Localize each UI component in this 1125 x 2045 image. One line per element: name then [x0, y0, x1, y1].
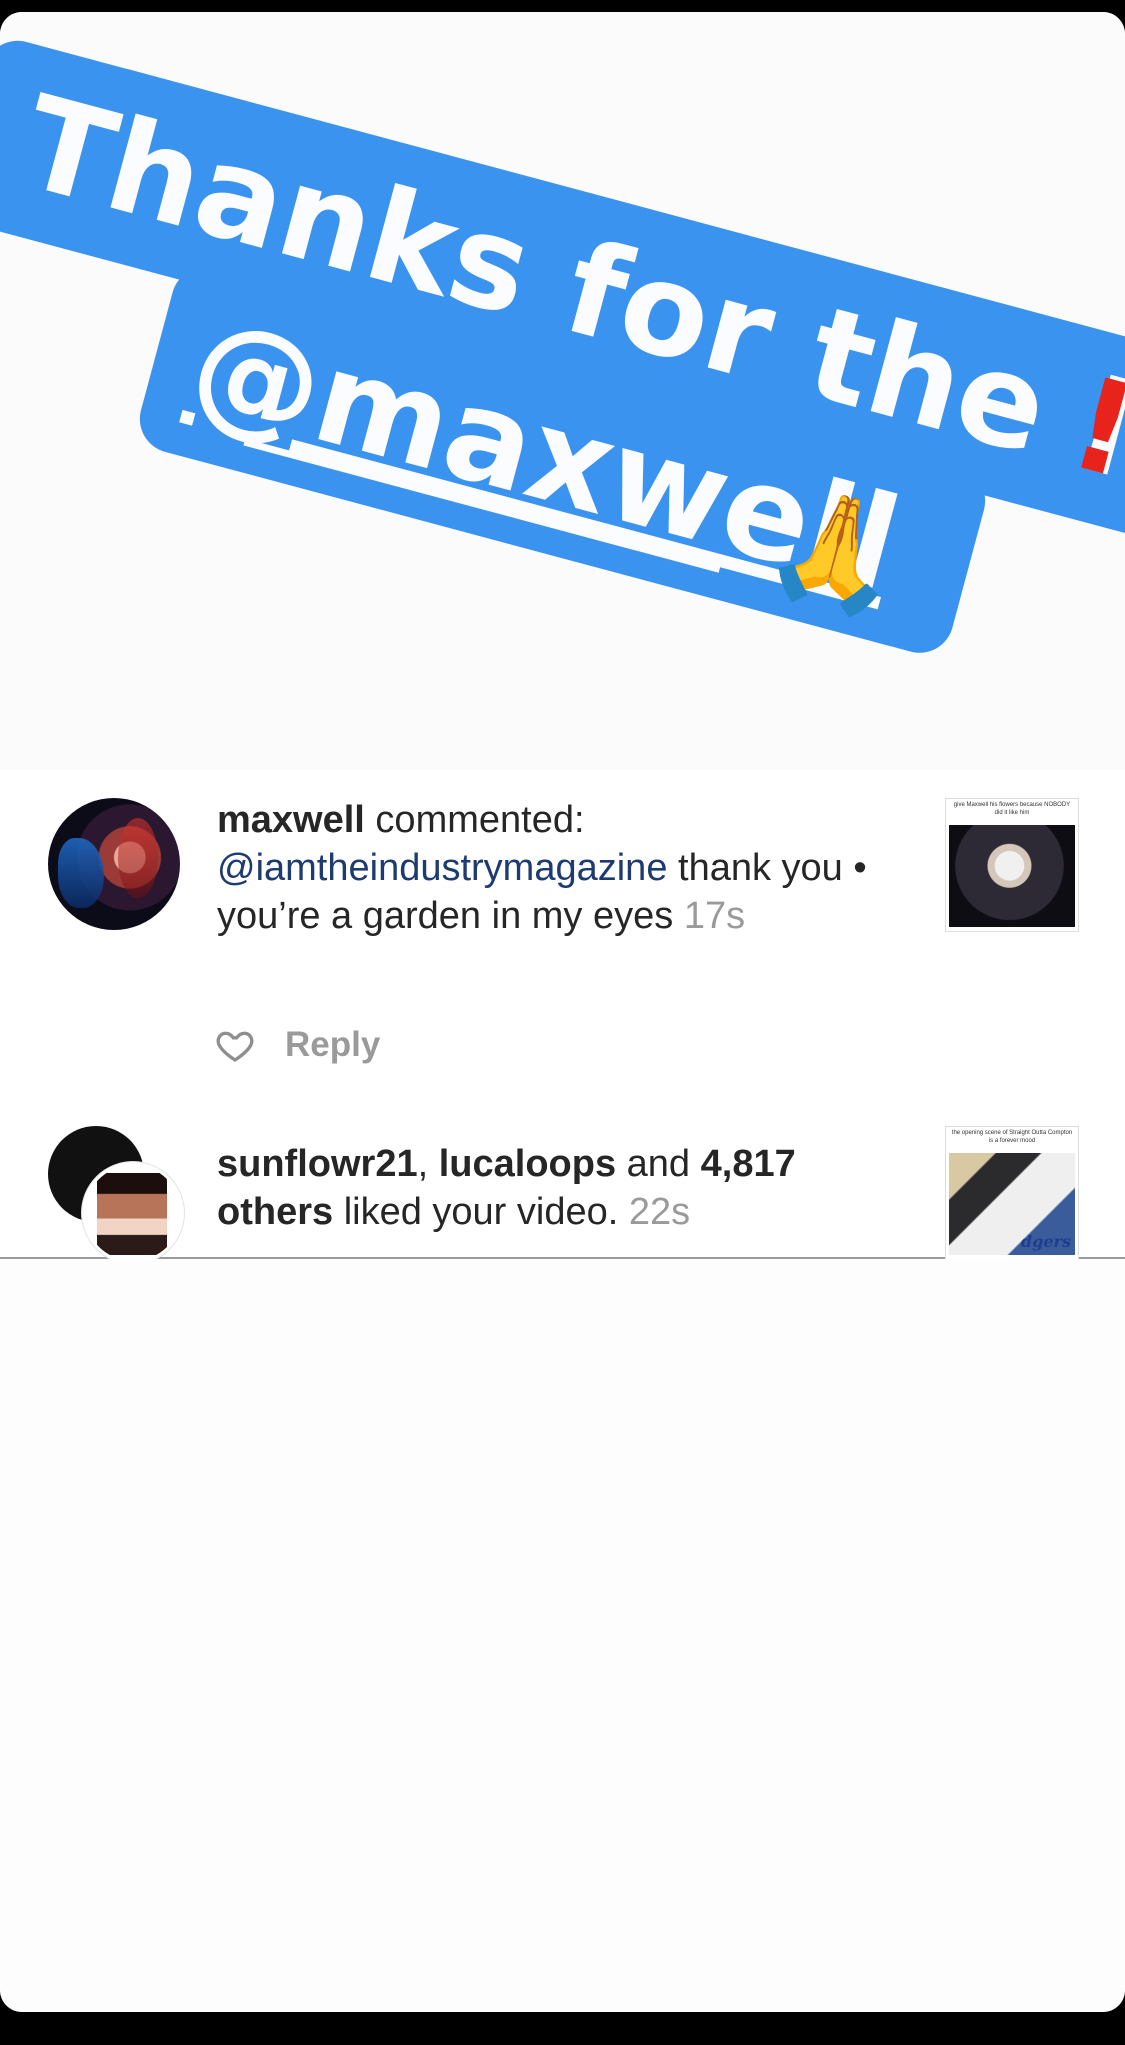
- comment-timestamp: 17s: [683, 895, 746, 937]
- likes-count: 4,817: [700, 1143, 796, 1185]
- thumbnail-image-2: dgers: [949, 1153, 1075, 1255]
- liker-username-1[interactable]: sunflowr21: [217, 1143, 418, 1185]
- comment-mention[interactable]: @iamtheindustrymagazine: [217, 847, 667, 889]
- heart-icon[interactable]: [215, 1025, 255, 1065]
- story-card: Thanks for the love ! @maxwell 🙏 maxwell…: [0, 12, 1125, 2012]
- comment-username[interactable]: maxwell: [217, 799, 365, 841]
- likes-others[interactable]: others: [217, 1191, 333, 1233]
- liker-username-2[interactable]: lucaloops: [439, 1143, 616, 1185]
- avatar-photo: [97, 1173, 167, 1255]
- comment-action: commented:: [364, 799, 585, 841]
- comment-actions: Reply: [215, 1020, 380, 1070]
- story-banner: Thanks for the love ! @maxwell 🙏: [0, 40, 1125, 653]
- story-blank-area: [0, 1259, 1125, 2012]
- avatar-maxwell[interactable]: [48, 798, 180, 930]
- thumbnail-caption-1: give Maxwell his flowers because NOBODY …: [953, 802, 1071, 816]
- likes-timestamp: 22s: [628, 1191, 691, 1233]
- notification-panel: maxwell commented: @iamtheindustrymagazi…: [0, 770, 1125, 1264]
- reply-button[interactable]: Reply: [285, 1025, 380, 1065]
- thumbnail-caption-2: the opening scene of Straight Outta Comp…: [951, 1130, 1073, 1144]
- story-banner-area: Thanks for the love ! @maxwell 🙏: [0, 12, 1125, 770]
- likes-and: and: [616, 1143, 701, 1185]
- likes-separator: ,: [417, 1143, 439, 1185]
- post-thumbnail-2[interactable]: the opening scene of Straight Outta Comp…: [945, 1126, 1079, 1260]
- likes-notification-text: sunflowr21, lucaloops and 4,817 others l…: [217, 1140, 907, 1236]
- avatar-sunflowr21[interactable]: [82, 1162, 184, 1264]
- likes-action: liked your video.: [333, 1191, 619, 1233]
- comment-notification-text: maxwell commented: @iamtheindustrymagazi…: [217, 796, 907, 940]
- thumbnail-overlay-text: dgers: [1021, 1232, 1071, 1251]
- post-thumbnail-1[interactable]: give Maxwell his flowers because NOBODY …: [945, 798, 1079, 932]
- thumbnail-image-1: [949, 825, 1075, 927]
